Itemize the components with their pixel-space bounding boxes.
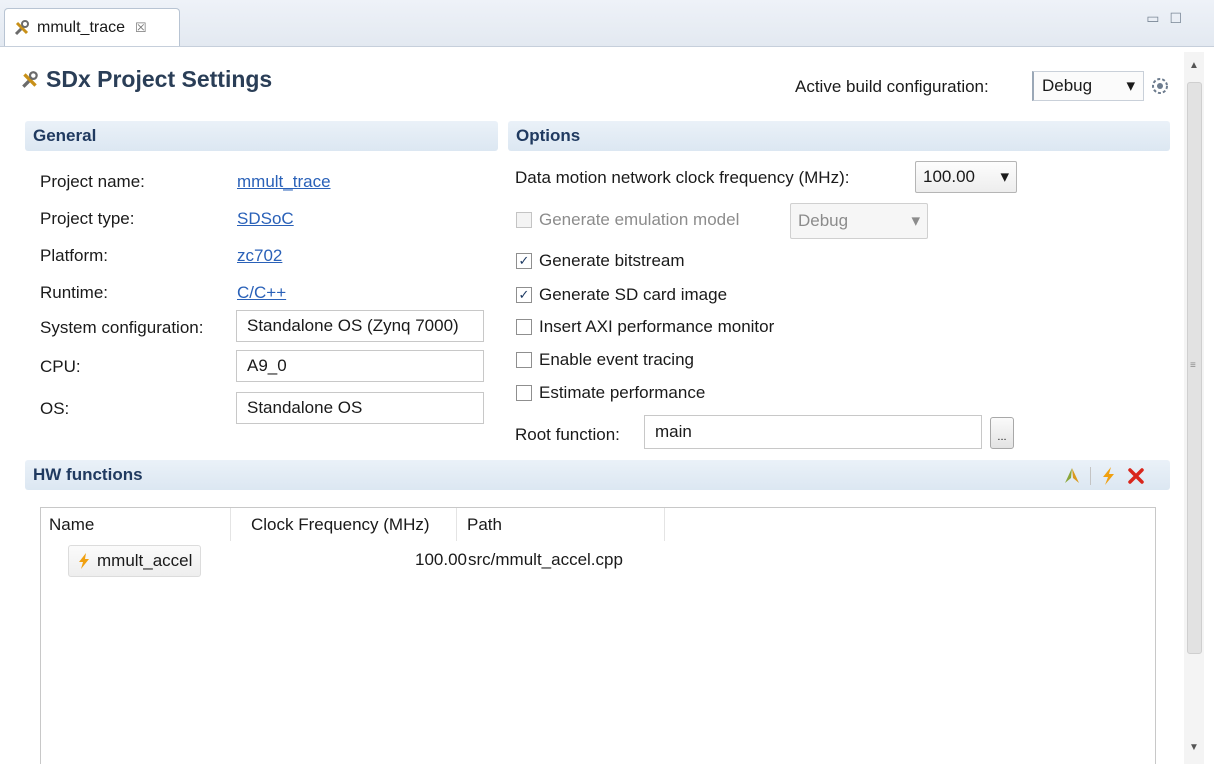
- table-row-mmult-accel[interactable]: mmult_accel: [68, 545, 202, 577]
- hw-functions-toolbar: [1062, 466, 1145, 486]
- cpu-label: CPU:: [40, 357, 81, 376]
- tab-label: mmult_trace: [37, 18, 126, 36]
- settings-gear-icon[interactable]: [1150, 76, 1170, 96]
- general-section-header[interactable]: General: [25, 121, 498, 151]
- chevron-down-icon: ▾: [1000, 167, 1009, 186]
- options-section-header[interactable]: Options: [508, 121, 1170, 151]
- platform-label: Platform:: [40, 246, 109, 265]
- column-header-clock[interactable]: Clock Frequency (MHz): [243, 508, 457, 541]
- scroll-up-icon[interactable]: ▲: [1189, 60, 1199, 71]
- os-label: OS:: [40, 399, 70, 418]
- minimize-icon[interactable]: ▭: [1146, 10, 1169, 26]
- axi-monitor-label: Insert AXI performance monitor: [539, 317, 775, 336]
- sdcard-row: ✓ Generate SD card image: [516, 285, 727, 305]
- estimate-performance-label: Estimate performance: [539, 383, 706, 402]
- toolbar-separator: [1090, 467, 1091, 485]
- hw-function-path: src/mmult_accel.cpp: [468, 550, 623, 569]
- clock-frequency-label: Data motion network clock frequency (MHz…: [515, 168, 850, 187]
- flash-icon: [79, 553, 89, 569]
- cpu-field[interactable]: A9_0: [236, 350, 484, 382]
- browse-button[interactable]: ...: [990, 417, 1014, 449]
- event-tracing-checkbox[interactable]: [516, 352, 532, 368]
- estimate-performance-checkbox[interactable]: [516, 385, 532, 401]
- project-type-label: Project type:: [40, 209, 135, 228]
- hw-functions-section-header[interactable]: HW functions: [25, 460, 1170, 490]
- tab-mmult-trace[interactable]: mmult_trace ☒: [4, 8, 180, 46]
- delete-icon[interactable]: [1127, 467, 1145, 485]
- window-controls: ▭☐: [1146, 10, 1192, 27]
- project-name-link[interactable]: mmult_trace: [237, 172, 331, 192]
- editor-tab-bar: mmult_trace ☒ ▭☐: [0, 0, 1214, 47]
- system-config-field[interactable]: Standalone OS (Zynq 7000): [236, 310, 484, 342]
- runtime-label: Runtime:: [40, 283, 109, 302]
- active-build-value: Debug: [1042, 76, 1093, 95]
- bitstream-label: Generate bitstream: [539, 251, 685, 270]
- column-header-path[interactable]: Path: [459, 508, 665, 541]
- axi-monitor-checkbox[interactable]: [516, 319, 532, 335]
- emulation-model-label: Generate emulation model: [539, 210, 740, 229]
- active-build-label: Active build configuration:: [795, 77, 989, 96]
- column-header-name[interactable]: Name: [41, 508, 231, 541]
- os-field[interactable]: Standalone OS: [236, 392, 484, 424]
- add-functions-icon[interactable]: [1062, 466, 1082, 486]
- scroll-down-icon[interactable]: ▼: [1189, 742, 1199, 753]
- clock-frequency-select[interactable]: 100.00 ▾: [915, 161, 1017, 193]
- chevron-down-icon: ▾: [1126, 76, 1135, 95]
- axi-monitor-row: Insert AXI performance monitor: [516, 317, 774, 337]
- runtime-link[interactable]: C/C++: [237, 283, 286, 303]
- page-title: SDx Project Settings: [20, 66, 272, 93]
- estimate-performance-row: Estimate performance: [516, 383, 705, 403]
- project-type-link[interactable]: SDSoC: [237, 209, 294, 229]
- active-build-select[interactable]: Debug ▾: [1032, 71, 1144, 101]
- sdcard-label: Generate SD card image: [539, 285, 728, 304]
- add-hw-function-icon[interactable]: [1099, 466, 1119, 486]
- hw-function-name: mmult_accel: [97, 551, 193, 570]
- clock-frequency-value: 100.00: [923, 167, 975, 186]
- tab-close-icon[interactable]: ☒: [135, 20, 147, 36]
- root-function-field[interactable]: main: [644, 415, 982, 449]
- tools-icon: [14, 19, 29, 35]
- maximize-icon[interactable]: ☐: [1169, 10, 1192, 26]
- event-tracing-row: Enable event tracing: [516, 350, 694, 370]
- chevron-down-icon: ▾: [911, 211, 920, 230]
- grip-icon: ≡: [1190, 360, 1196, 371]
- emulation-model-select[interactable]: Debug ▾: [790, 203, 928, 239]
- emulation-model-row: Generate emulation model: [516, 210, 739, 230]
- emulation-model-value: Debug: [798, 211, 849, 230]
- event-tracing-label: Enable event tracing: [539, 350, 694, 369]
- page-title-text: SDx Project Settings: [46, 66, 273, 92]
- hw-functions-table: Name Clock Frequency (MHz) Path mmult_ac…: [40, 507, 1156, 764]
- hw-function-clock: 100.00: [415, 550, 467, 569]
- platform-link[interactable]: zc702: [237, 246, 282, 266]
- sdcard-checkbox[interactable]: ✓: [516, 287, 532, 303]
- bitstream-row: ✓ Generate bitstream: [516, 251, 685, 271]
- emulation-model-checkbox[interactable]: [516, 212, 532, 228]
- project-name-label: Project name:: [40, 172, 145, 191]
- bitstream-checkbox[interactable]: ✓: [516, 253, 532, 269]
- root-function-label: Root function:: [515, 425, 620, 444]
- system-config-label: System configuration:: [40, 318, 204, 337]
- tools-icon: [22, 70, 38, 88]
